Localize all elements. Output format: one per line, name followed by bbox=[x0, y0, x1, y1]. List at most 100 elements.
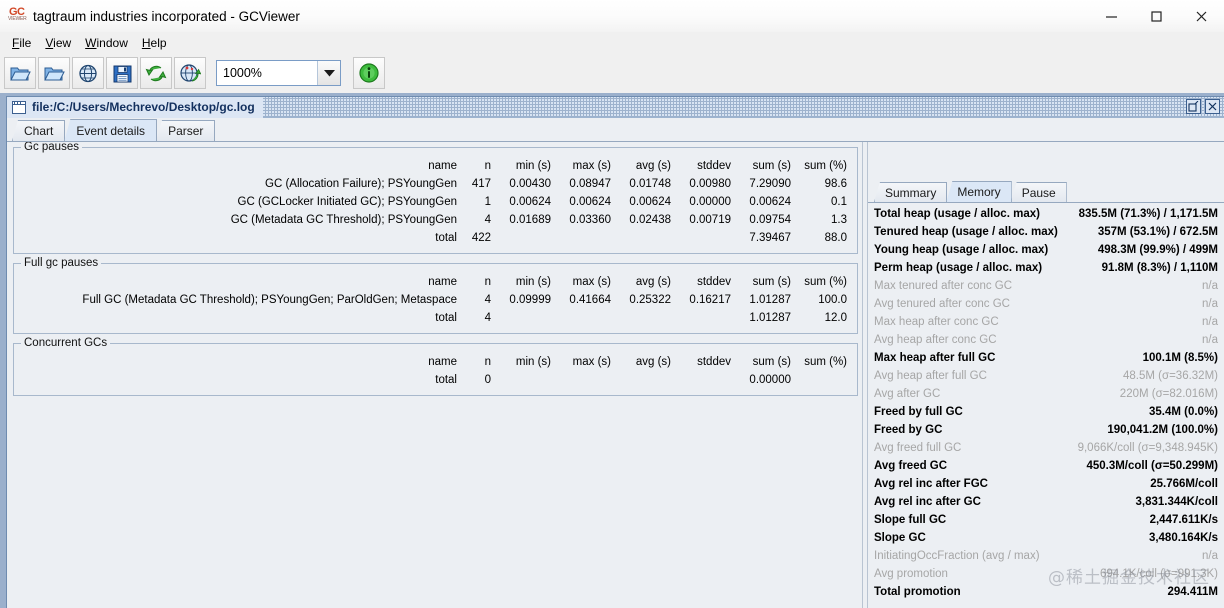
cell-min: 0.01689 bbox=[509, 214, 551, 226]
col-n: n bbox=[484, 276, 491, 288]
mem-label: Freed by GC bbox=[874, 424, 943, 436]
group-concurrent-gcs-title: Concurrent GCs bbox=[21, 337, 111, 349]
col-avg: avg (s) bbox=[635, 160, 671, 172]
watch-icon[interactable] bbox=[174, 57, 206, 89]
mem-value: 91.8M (8.3%) / 1,110M bbox=[1101, 262, 1218, 274]
cell-total-n: 422 bbox=[471, 232, 491, 244]
tab-memory-label: Memory bbox=[957, 185, 1001, 199]
col-avg: avg (s) bbox=[635, 276, 671, 288]
list-item: Young heap (usage / alloc. max) 498.3M (9… bbox=[874, 241, 1218, 259]
tab-summary[interactable]: Summary bbox=[874, 182, 948, 202]
cell-max: 0.03360 bbox=[569, 214, 611, 226]
menu-window[interactable]: Window bbox=[78, 34, 135, 52]
cell-total-avg bbox=[615, 229, 675, 247]
cell-sum-pct: 1.3 bbox=[831, 214, 847, 226]
cell-total-sum: 7.39467 bbox=[749, 232, 791, 244]
internal-frame-titlebar[interactable]: file:/C:/Users/Mechrevo/Desktop/gc.log bbox=[7, 96, 1224, 118]
event-details-content: Gc pauses name n min (s) max (s) avg (s)… bbox=[7, 141, 1224, 608]
mem-value: n/a bbox=[1202, 316, 1218, 328]
col-sum-pct: sum (%) bbox=[804, 276, 847, 288]
col-min: min (s) bbox=[515, 160, 551, 172]
mem-label: Perm heap (usage / alloc. max) bbox=[874, 262, 1043, 274]
menu-help[interactable]: Help bbox=[135, 34, 174, 52]
list-item: Avg after GC 220M (σ=82.016M) bbox=[874, 385, 1218, 403]
gcviewer-window: GC VIEWER tagtraum industries incorporate… bbox=[0, 0, 1224, 608]
list-item: Freed by full GC 35.4M (0.0%) bbox=[874, 403, 1218, 421]
restore-icon[interactable] bbox=[1186, 99, 1201, 114]
internal-frame-controls bbox=[1186, 99, 1220, 114]
col-max: max (s) bbox=[572, 276, 611, 288]
cell-avg: 0.01748 bbox=[629, 178, 671, 190]
mem-value: n/a bbox=[1202, 550, 1218, 562]
mem-label: Avg heap after conc GC bbox=[874, 334, 997, 346]
internal-close-icon[interactable] bbox=[1205, 99, 1220, 114]
cell-total-min bbox=[495, 309, 555, 327]
cell-name: GC (Allocation Failure); PSYoungGen bbox=[265, 178, 457, 190]
cell-total-label: total bbox=[435, 374, 457, 386]
mem-label: Max heap after conc GC bbox=[874, 316, 999, 328]
tab-memory[interactable]: Memory bbox=[946, 181, 1012, 202]
about-icon[interactable] bbox=[353, 57, 385, 89]
mem-label: Tenured heap (usage / alloc. max) bbox=[874, 226, 1058, 238]
list-item: Avg heap after conc GC n/a bbox=[874, 331, 1218, 349]
mem-label: Slope GC bbox=[874, 532, 926, 544]
list-item: Total promotion 294.411M bbox=[874, 583, 1218, 601]
cell-stddev: 0.16217 bbox=[689, 294, 731, 306]
cell-min: 0.09999 bbox=[509, 294, 551, 306]
save-icon[interactable] bbox=[106, 57, 138, 89]
zoom-value[interactable]: 1000% bbox=[217, 61, 317, 85]
tab-chart[interactable]: Chart bbox=[12, 120, 66, 141]
minimize-icon[interactable] bbox=[1089, 0, 1134, 33]
mem-value: 3,480.164K/s bbox=[1148, 532, 1218, 544]
tab-event-details[interactable]: Event details bbox=[64, 119, 158, 141]
cell-name: GC (Metadata GC Threshold); PSYoungGen bbox=[230, 214, 457, 226]
list-item: Avg heap after full GC 48.5M (σ=36.32M) bbox=[874, 367, 1218, 385]
tab-parser[interactable]: Parser bbox=[156, 120, 216, 141]
mem-label: Avg freed full GC bbox=[874, 442, 962, 454]
chevron-down-icon[interactable] bbox=[317, 61, 340, 85]
col-sum-pct: sum (%) bbox=[804, 356, 847, 368]
mem-value: 835.5M (71.3%) / 1,171.5M bbox=[1078, 208, 1218, 220]
mem-value: 498.3M (99.9%) / 499M bbox=[1097, 244, 1218, 256]
cell-n: 4 bbox=[484, 294, 491, 306]
group-gc-pauses-title: Gc pauses bbox=[21, 142, 82, 153]
mem-value: 694.1K/coll (σ=991.3K) bbox=[1099, 568, 1218, 580]
col-name: name bbox=[428, 160, 457, 172]
mem-value: n/a bbox=[1202, 280, 1218, 292]
refresh-icon[interactable] bbox=[140, 57, 172, 89]
main-tabstrip: Chart Event details Parser bbox=[7, 118, 1224, 141]
cell-n: 417 bbox=[471, 178, 491, 190]
mem-label: Avg freed GC bbox=[874, 460, 948, 472]
open-url-icon[interactable] bbox=[72, 57, 104, 89]
menu-file[interactable]: File bbox=[5, 34, 38, 52]
cell-total-stddev bbox=[675, 371, 735, 389]
mem-label: InitiatingOccFraction (avg / max) bbox=[874, 550, 1040, 562]
cell-n: 4 bbox=[484, 214, 491, 226]
menu-view[interactable]: View bbox=[38, 34, 78, 52]
open-recent-folder-icon[interactable] bbox=[38, 57, 70, 89]
window-controls bbox=[1089, 0, 1224, 33]
mem-value: n/a bbox=[1202, 298, 1218, 310]
tab-event-details-label: Event details bbox=[76, 123, 146, 138]
list-item: Avg freed full GC 9,066K/coll (σ=9,348.94… bbox=[874, 439, 1218, 457]
cell-name: GC (GCLocker Initiated GC); PSYoungGen bbox=[237, 196, 457, 208]
open-file-icon[interactable] bbox=[4, 57, 36, 89]
menu-help-label: elp bbox=[150, 36, 167, 50]
mem-label: Max tenured after conc GC bbox=[874, 280, 1013, 292]
col-name: name bbox=[428, 356, 457, 368]
maximize-icon[interactable] bbox=[1134, 0, 1179, 33]
cell-total-stddev bbox=[675, 309, 735, 327]
cell-total-label: total bbox=[435, 232, 457, 244]
zoom-combobox[interactable]: 1000% bbox=[216, 60, 341, 86]
table-row: Full GC (Metadata GC Threshold); PSYoung… bbox=[20, 291, 851, 309]
stats-tabstrip: Summary Memory Pause bbox=[868, 179, 1224, 203]
mem-label: Avg rel inc after GC bbox=[874, 496, 981, 508]
cell-sum: 0.09754 bbox=[749, 214, 791, 226]
cell-total-n: 0 bbox=[484, 374, 491, 386]
tab-chart-label: Chart bbox=[24, 124, 54, 138]
mem-label: Freed by full GC bbox=[874, 406, 963, 418]
tab-pause[interactable]: Pause bbox=[1010, 182, 1067, 202]
cell-max: 0.00624 bbox=[569, 196, 611, 208]
close-icon[interactable] bbox=[1179, 0, 1224, 33]
list-item: Total heap (usage / alloc. max) 835.5M (7… bbox=[874, 205, 1218, 223]
